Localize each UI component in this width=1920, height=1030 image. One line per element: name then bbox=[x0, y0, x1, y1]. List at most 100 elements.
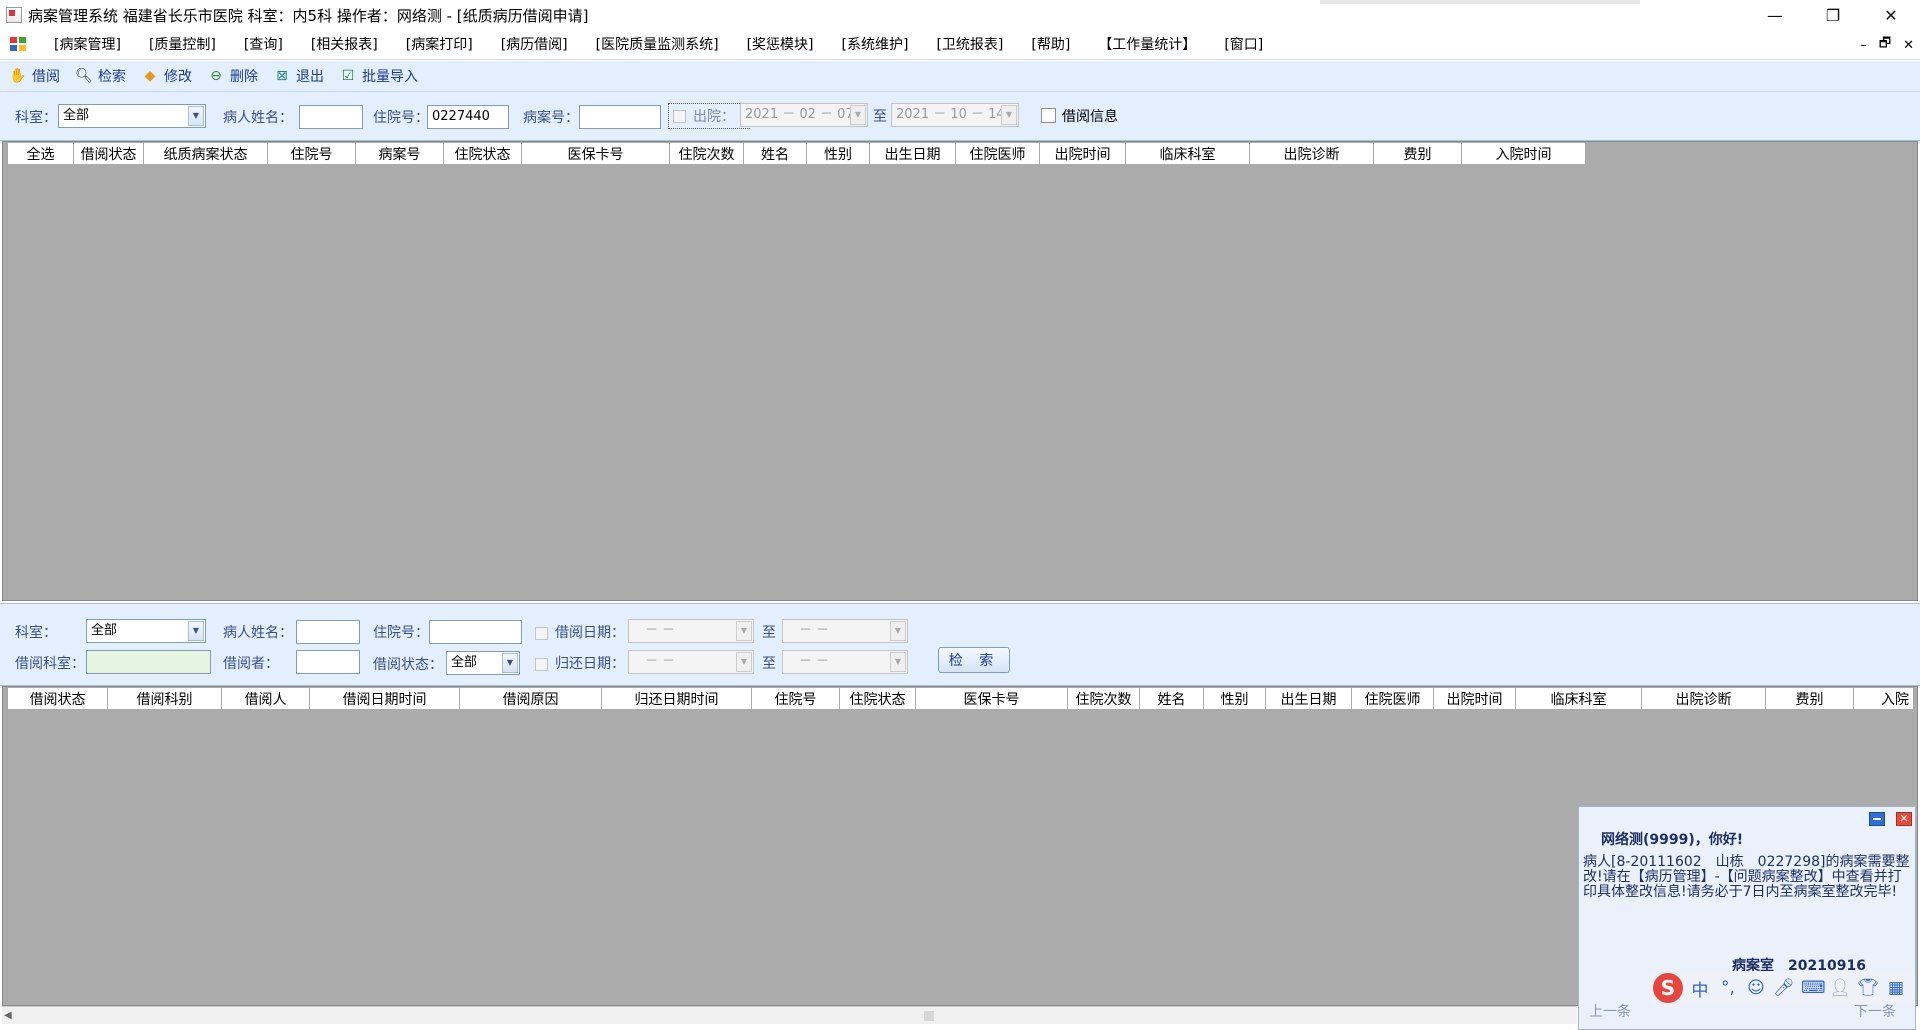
inpatient-no-input[interactable]: 0227440 bbox=[427, 105, 509, 129]
batch-import-button[interactable]: ☑ 批量导入 bbox=[338, 66, 418, 86]
borrow-date-checkbox[interactable] bbox=[535, 627, 548, 640]
menu-case-management[interactable]: [病案管理] bbox=[40, 30, 135, 60]
col-stay-count[interactable]: 住院次数 bbox=[670, 143, 744, 165]
col-borrow-status[interactable]: 借阅状态 bbox=[8, 688, 108, 710]
col-discharge-diagnosis[interactable]: 出院诊断 bbox=[1250, 143, 1374, 165]
borrow-dept-input[interactable] bbox=[86, 650, 211, 674]
horizontal-scrollbar[interactable]: ◀ bbox=[2, 1006, 1577, 1024]
patient-name2-input[interactable] bbox=[296, 620, 360, 644]
microphone-icon[interactable]: 🎤︎ bbox=[1773, 978, 1795, 998]
menu-quality-control[interactable]: [质量控制] bbox=[135, 30, 230, 60]
col-attending-doctor[interactable]: 住院医师 bbox=[1352, 688, 1434, 710]
menu-workload-stats[interactable]: 【工作量统计】 bbox=[1084, 30, 1210, 60]
punctuation-icon[interactable]: °, bbox=[1717, 978, 1739, 998]
mdi-restore-button[interactable]: 🗗 bbox=[1879, 34, 1891, 56]
scroll-left-icon[interactable]: ◀ bbox=[4, 1010, 12, 1021]
popup-close-button[interactable]: ✕ bbox=[1896, 812, 1912, 826]
col-borrow-datetime[interactable]: 借阅日期时间 bbox=[310, 688, 460, 710]
menu-record-borrow[interactable]: [病历借阅] bbox=[487, 30, 582, 60]
exit-button[interactable]: ⊠ 退出 bbox=[272, 66, 324, 86]
col-select-all[interactable]: 全选 bbox=[8, 143, 74, 165]
col-stay-status[interactable]: 住院状态 bbox=[840, 688, 916, 710]
menu-reports[interactable]: [相关报表] bbox=[297, 30, 392, 60]
user-icon[interactable]: 👤︎ bbox=[1829, 978, 1851, 998]
case-no-input[interactable] bbox=[579, 105, 661, 129]
col-inpatient-no[interactable]: 住院号 bbox=[752, 688, 840, 710]
patient-name-input[interactable] bbox=[299, 105, 363, 129]
dept2-select[interactable]: 全部 ▼ bbox=[86, 619, 206, 643]
chevron-down-icon[interactable]: ▼ bbox=[188, 621, 204, 641]
col-borrow-dept[interactable]: 借阅科别 bbox=[108, 688, 222, 710]
ime-chinese-mode[interactable]: 中 bbox=[1689, 976, 1711, 1001]
close-button[interactable]: ✕ bbox=[1862, 0, 1920, 30]
col-clinical-dept[interactable]: 临床科室 bbox=[1516, 688, 1642, 710]
borrow-date-from[interactable]: － － ▼ bbox=[628, 619, 754, 643]
menu-query[interactable]: [查询] bbox=[230, 30, 297, 60]
col-borrower[interactable]: 借阅人 bbox=[222, 688, 310, 710]
menu-reward-penalty[interactable]: [奖惩模块] bbox=[733, 30, 828, 60]
skin-shirt-icon[interactable]: 👕︎ bbox=[1857, 978, 1879, 998]
menu-system-maintenance[interactable]: [系统维护] bbox=[828, 30, 923, 60]
menu-health-stats[interactable]: [卫统报表] bbox=[922, 30, 1017, 60]
popup-minimize-button[interactable] bbox=[1869, 812, 1885, 826]
col-birth-date[interactable]: 出生日期 bbox=[1266, 688, 1352, 710]
sogou-logo-icon[interactable]: S bbox=[1653, 973, 1683, 1003]
calendar-dropdown-icon[interactable]: ▼ bbox=[736, 621, 752, 641]
mdi-close-button[interactable]: ✕ bbox=[1903, 38, 1914, 53]
return-date-checkbox[interactable] bbox=[535, 658, 548, 671]
menu-case-print[interactable]: [病案打印] bbox=[392, 30, 487, 60]
col-name[interactable]: 姓名 bbox=[744, 143, 807, 165]
col-discharge-time[interactable]: 出院时间 bbox=[1040, 143, 1126, 165]
calendar-dropdown-icon[interactable]: ▼ bbox=[1001, 105, 1017, 125]
dept-select[interactable]: 全部 ▼ bbox=[58, 104, 206, 128]
delete-button[interactable]: ⊖ 删除 bbox=[206, 66, 258, 86]
col-discharge-time[interactable]: 出院时间 bbox=[1434, 688, 1516, 710]
discharge-checkbox[interactable] bbox=[673, 110, 686, 123]
popup-next-link[interactable]: 下一条 bbox=[1854, 1001, 1896, 1021]
col-case-no[interactable]: 病案号 bbox=[356, 143, 444, 165]
col-admission-time[interactable]: 入院时间 bbox=[1462, 143, 1586, 165]
minimize-button[interactable]: — bbox=[1746, 0, 1804, 30]
scrollbar-thumb[interactable] bbox=[924, 1011, 934, 1021]
col-birth-date[interactable]: 出生日期 bbox=[870, 143, 956, 165]
col-gender[interactable]: 性别 bbox=[1204, 688, 1266, 710]
mdi-minimize-button[interactable]: – bbox=[1860, 38, 1867, 53]
keyboard-icon[interactable]: ⌨ bbox=[1801, 978, 1826, 998]
col-gender[interactable]: 性别 bbox=[807, 143, 870, 165]
col-clinical-dept[interactable]: 临床科室 bbox=[1126, 143, 1250, 165]
col-borrow-reason[interactable]: 借阅原因 bbox=[460, 688, 602, 710]
calendar-dropdown-icon[interactable]: ▼ bbox=[736, 652, 752, 672]
col-attending-doctor[interactable]: 住院医师 bbox=[956, 143, 1040, 165]
menu-help[interactable]: [帮助] bbox=[1017, 30, 1084, 60]
col-paper-status[interactable]: 纸质病案状态 bbox=[144, 143, 268, 165]
menu-window[interactable]: [窗口] bbox=[1210, 30, 1277, 60]
return-date-to[interactable]: － － ▼ bbox=[782, 650, 908, 674]
col-inpatient-no[interactable]: 住院号 bbox=[268, 143, 356, 165]
borrower-input[interactable] bbox=[296, 650, 360, 674]
col-stay-count[interactable]: 住院次数 bbox=[1068, 688, 1140, 710]
menu-quality-monitor[interactable]: [医院质量监测系统] bbox=[582, 30, 733, 60]
col-insurance-card[interactable]: 医保卡号 bbox=[916, 688, 1068, 710]
col-borrow-status[interactable]: 借阅状态 bbox=[74, 143, 144, 165]
col-admission-time[interactable]: 入院 bbox=[1854, 688, 1914, 710]
chevron-down-icon[interactable]: ▼ bbox=[502, 653, 518, 673]
discharge-date-from[interactable]: 2021 － 02 － 07 ▼ bbox=[740, 103, 868, 127]
borrow-info-checkbox[interactable] bbox=[1041, 108, 1056, 123]
search-button[interactable]: 🔍︎ 检索 bbox=[74, 66, 126, 86]
grid-menu-icon[interactable]: ▦ bbox=[1885, 978, 1907, 998]
borrow-search-button[interactable]: 检 索 bbox=[938, 647, 1010, 673]
borrow-status-select[interactable]: 全部 ▼ bbox=[446, 651, 520, 675]
col-name[interactable]: 姓名 bbox=[1140, 688, 1204, 710]
popup-prev-link[interactable]: 上一条 bbox=[1589, 1001, 1631, 1021]
col-insurance-card[interactable]: 医保卡号 bbox=[522, 143, 670, 165]
inpatient-no2-input[interactable] bbox=[429, 620, 522, 644]
borrow-button[interactable]: ✋ 借阅 bbox=[8, 66, 60, 86]
emoji-icon[interactable]: ☺ bbox=[1745, 978, 1767, 998]
col-fee-type[interactable]: 费别 bbox=[1766, 688, 1854, 710]
calendar-dropdown-icon[interactable]: ▼ bbox=[890, 621, 906, 641]
return-date-from[interactable]: － － ▼ bbox=[628, 650, 754, 674]
col-discharge-diagnosis[interactable]: 出院诊断 bbox=[1642, 688, 1766, 710]
col-return-datetime[interactable]: 归还日期时间 bbox=[602, 688, 752, 710]
discharge-date-to[interactable]: 2021 － 10 － 14 ▼ bbox=[891, 103, 1019, 127]
calendar-dropdown-icon[interactable]: ▼ bbox=[890, 652, 906, 672]
